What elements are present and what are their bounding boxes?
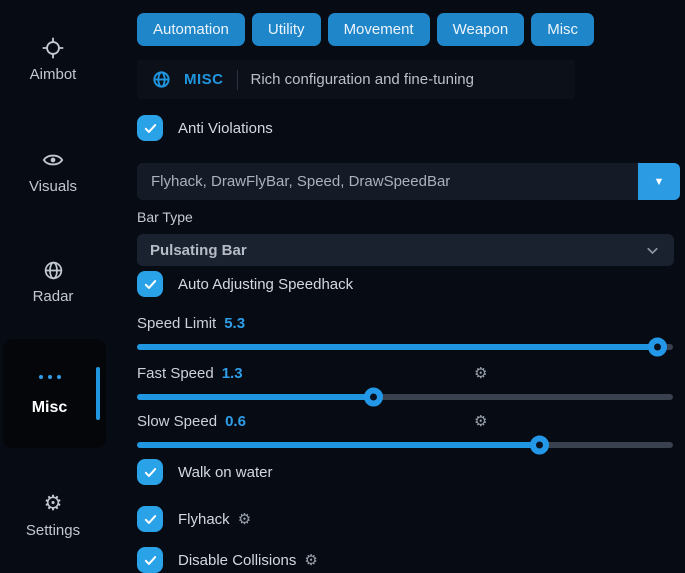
bar-type-value: Pulsating Bar (150, 242, 247, 259)
tab-weapon[interactable]: Weapon (437, 13, 525, 46)
slow-speed-slider-handle[interactable] (530, 436, 549, 455)
globe-icon (0, 258, 106, 282)
gear-icon[interactable]: ⚙ (474, 364, 487, 382)
slider-fill (137, 394, 373, 400)
anti-violations-label: Anti Violations (178, 120, 273, 137)
chevron-down-icon (644, 242, 661, 259)
auto-adjusting-speedhack-checkbox[interactable] (137, 271, 163, 297)
section-title: MISC (184, 71, 224, 88)
selected-indicator-bar (96, 367, 100, 420)
checkmark-icon (143, 121, 158, 136)
slow-speed-label: Slow Speed (137, 413, 217, 430)
sidebar-item-label: Aimbot (0, 66, 106, 83)
bar-type-dropdown[interactable]: Pulsating Bar (137, 234, 674, 266)
feature-select[interactable]: Flyhack, DrawFlyBar, Speed, DrawSpeedBar… (137, 163, 680, 200)
sidebar-item-radar[interactable]: Radar (0, 258, 106, 305)
tab-automation[interactable]: Automation (137, 13, 245, 46)
main-panel: Automation Utility Movement Weapon Misc … (137, 0, 680, 573)
slider-fill (137, 442, 539, 448)
disable-collisions-label: Disable Collisions (178, 552, 296, 569)
speed-limit-label: Speed Limit (137, 315, 216, 332)
auto-adjusting-speedhack-label: Auto Adjusting Speedhack (178, 276, 353, 293)
sidebar-item-misc[interactable]: Misc (3, 339, 106, 448)
walk-on-water-label: Walk on water (178, 464, 272, 481)
sidebar-item-label: Settings (0, 522, 106, 539)
fast-speed-slider-handle[interactable] (364, 388, 383, 407)
bar-type-label: Bar Type (137, 209, 680, 225)
sidebar-item-label: Misc (3, 399, 96, 417)
sidebar: Aimbot Visuals Radar Misc ⚙ Settings (0, 0, 130, 563)
checkbox-row-disable-collisions: Disable Collisions ⚙ (137, 547, 680, 573)
section-header: MISC Rich configuration and fine-tuning (137, 60, 575, 99)
divider (237, 70, 238, 90)
slider-group-speed-limit: Speed Limit 5.3 (137, 314, 680, 350)
fast-speed-label: Fast Speed (137, 365, 214, 382)
sidebar-item-label: Radar (0, 288, 106, 305)
speed-limit-value: 5.3 (224, 315, 245, 332)
checkbox-row-anti-violations: Anti Violations (137, 115, 680, 141)
section-subtitle: Rich configuration and fine-tuning (251, 71, 474, 88)
tab-bar: Automation Utility Movement Weapon Misc (137, 13, 680, 46)
checkbox-row-auto-adjusting-speedhack: Auto Adjusting Speedhack (137, 271, 680, 297)
walk-on-water-checkbox[interactable] (137, 459, 163, 485)
sidebar-item-settings[interactable]: ⚙ Settings (0, 492, 106, 539)
tab-movement[interactable]: Movement (328, 13, 430, 46)
tab-utility[interactable]: Utility (252, 13, 321, 46)
fast-speed-slider[interactable] (137, 394, 673, 400)
checkbox-row-flyhack: Flyhack ⚙ (137, 506, 680, 532)
feature-select-value: Flyhack, DrawFlyBar, Speed, DrawSpeedBar (137, 163, 680, 200)
gear-icon: ⚙ (0, 492, 106, 516)
slow-speed-slider[interactable] (137, 442, 673, 448)
triangle-down-icon: ▼ (654, 176, 665, 188)
slow-speed-value: 0.6 (225, 413, 246, 430)
disable-collisions-checkbox[interactable] (137, 547, 163, 573)
speed-limit-slider[interactable] (137, 344, 673, 350)
gear-icon[interactable]: ⚙ (304, 551, 317, 569)
gear-icon[interactable]: ⚙ (474, 412, 487, 430)
eye-icon (0, 148, 106, 172)
checkmark-icon (143, 465, 158, 480)
sidebar-item-label: Visuals (0, 178, 106, 195)
fast-speed-value: 1.3 (222, 365, 243, 382)
sidebar-item-visuals[interactable]: Visuals (0, 148, 106, 195)
checkmark-icon (143, 512, 158, 527)
anti-violations-checkbox[interactable] (137, 115, 163, 141)
checkmark-icon (143, 553, 158, 568)
flyhack-checkbox[interactable] (137, 506, 163, 532)
feature-select-open-button[interactable]: ▼ (638, 163, 680, 200)
checkmark-icon (143, 277, 158, 292)
speed-limit-slider-handle[interactable] (648, 338, 667, 357)
checkbox-row-walk-on-water: Walk on water (137, 459, 680, 485)
slider-group-fast-speed: Fast Speed 1.3 ⚙ (137, 364, 680, 400)
gear-icon[interactable]: ⚙ (238, 510, 251, 528)
tab-misc[interactable]: Misc (531, 13, 594, 46)
flyhack-label: Flyhack (178, 511, 230, 528)
ellipsis-icon (3, 375, 96, 379)
globe-icon (152, 70, 171, 89)
slider-group-slow-speed: Slow Speed 0.6 ⚙ (137, 412, 680, 448)
sidebar-item-aimbot[interactable]: Aimbot (0, 36, 106, 83)
slider-fill (137, 344, 657, 350)
crosshair-icon (0, 36, 106, 60)
